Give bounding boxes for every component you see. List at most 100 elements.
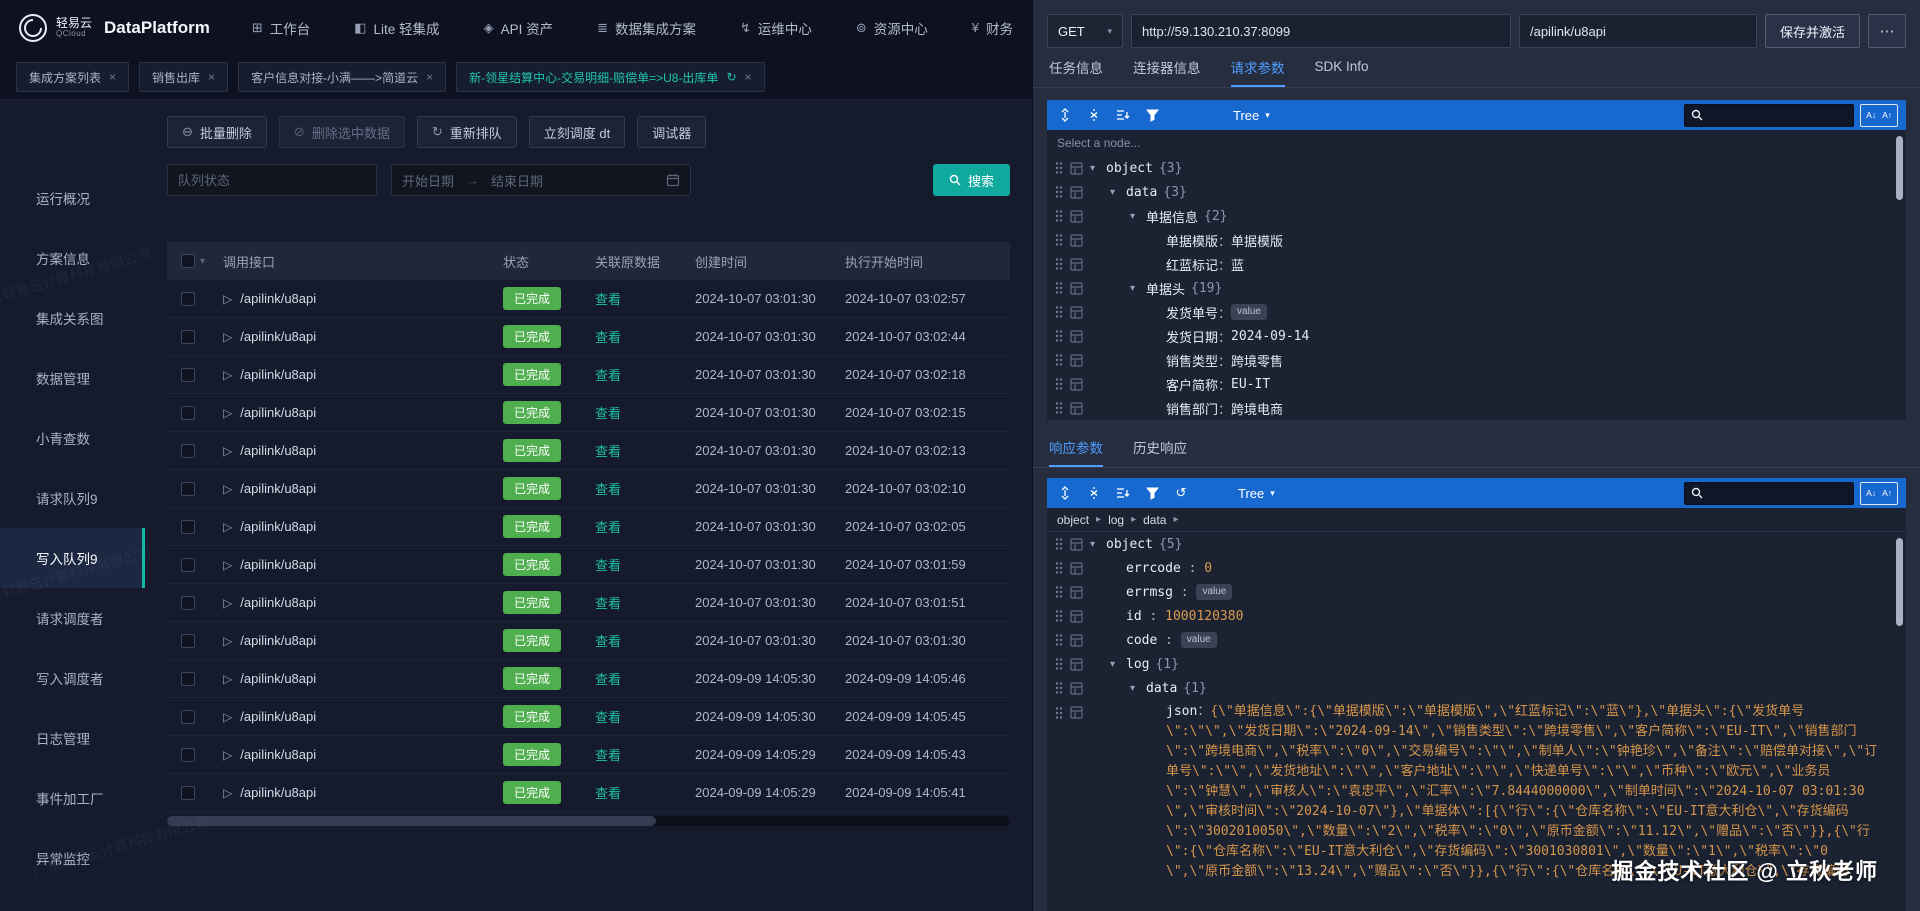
play-icon[interactable]: ▷	[223, 368, 232, 382]
drag-handle-icon[interactable]	[1055, 657, 1063, 671]
panel-tab[interactable]: 响应参数	[1049, 428, 1103, 467]
play-icon[interactable]: ▷	[223, 596, 232, 610]
node-menu-icon[interactable]	[1070, 186, 1083, 199]
expand-all-icon[interactable]	[1055, 483, 1075, 503]
drag-handle-icon[interactable]	[1055, 537, 1063, 551]
view-source-link[interactable]: 查看	[595, 748, 621, 763]
sidebar-item[interactable]: 日志管理	[0, 708, 145, 768]
row-checkbox[interactable]	[181, 405, 195, 420]
sidebar-item[interactable]: 运行概况	[0, 168, 145, 228]
expand-caret-icon[interactable]: ▾	[1110, 187, 1126, 198]
expand-caret-icon[interactable]: ▾	[1130, 683, 1146, 694]
api-endpoint-link[interactable]: /apilink/u8api	[240, 785, 316, 800]
horizontal-scrollbar[interactable]	[167, 816, 1010, 826]
row-checkbox[interactable]	[181, 443, 195, 458]
tree-mode-select[interactable]: Tree ▾	[1233, 108, 1270, 123]
requeue-button[interactable]: ↻ 重新排队	[416, 116, 517, 148]
play-icon[interactable]: ▷	[223, 558, 232, 572]
panel-tab[interactable]: 请求参数	[1230, 48, 1285, 87]
drag-handle-icon[interactable]	[1055, 161, 1063, 175]
workspace-tab[interactable]: 新-领星结算中心-交易明细-赔偿单=>U8-出库单 ↻ ×	[456, 62, 765, 92]
drag-handle-icon[interactable]	[1055, 633, 1063, 647]
node-menu-icon[interactable]	[1070, 354, 1083, 367]
play-icon[interactable]: ▷	[223, 672, 232, 686]
url-input[interactable]	[1131, 14, 1511, 48]
close-icon[interactable]: ×	[208, 70, 215, 84]
collapse-all-icon[interactable]	[1084, 105, 1104, 125]
node-menu-icon[interactable]	[1070, 538, 1083, 551]
undo-icon[interactable]: ↺	[1171, 483, 1191, 503]
node-menu-icon[interactable]	[1070, 562, 1083, 575]
api-endpoint-link[interactable]: /apilink/u8api	[240, 481, 316, 496]
api-endpoint-link[interactable]: /apilink/u8api	[240, 367, 316, 382]
filter-icon[interactable]	[1142, 483, 1162, 503]
tree-node[interactable]: id : 1000120380	[1047, 604, 1906, 628]
path-input[interactable]	[1518, 14, 1757, 48]
row-checkbox[interactable]	[181, 595, 195, 610]
search-prev-icon[interactable]: A↑	[1882, 488, 1892, 498]
api-endpoint-link[interactable]: /apilink/u8api	[240, 557, 316, 572]
save-activate-button[interactable]: 保存并激活	[1764, 14, 1860, 48]
drag-handle-icon[interactable]	[1055, 681, 1063, 695]
view-source-link[interactable]: 查看	[595, 520, 621, 535]
drag-handle-icon[interactable]	[1055, 209, 1063, 223]
sidebar-item[interactable]: 集成关系图	[0, 288, 145, 348]
expand-caret-icon[interactable]: ▾	[1090, 539, 1106, 550]
sidebar-item[interactable]: 写入队列9	[0, 528, 145, 588]
view-source-link[interactable]: 查看	[595, 786, 621, 801]
sidebar-item[interactable]: 小青查数	[0, 408, 145, 468]
node-menu-icon[interactable]	[1070, 402, 1083, 415]
batch-delete-button[interactable]: ⊖ 批量删除	[167, 116, 267, 148]
drag-handle-icon[interactable]	[1055, 185, 1063, 199]
tree-node[interactable]: ▾ object {5}	[1047, 532, 1906, 556]
play-icon[interactable]: ▷	[223, 292, 232, 306]
tree-node[interactable]: 销售部门：跨境电商	[1047, 396, 1906, 420]
tree-node[interactable]: 红蓝标记：蓝	[1047, 252, 1906, 276]
view-source-link[interactable]: 查看	[595, 482, 621, 497]
view-source-link[interactable]: 查看	[595, 558, 621, 573]
expand-caret-icon[interactable]: ▾	[1130, 211, 1146, 222]
delete-selected-button[interactable]: ⊘ 删除选中数据	[278, 116, 405, 148]
api-endpoint-link[interactable]: /apilink/u8api	[240, 291, 316, 306]
api-endpoint-link[interactable]: /apilink/u8api	[240, 671, 316, 686]
view-source-link[interactable]: 查看	[595, 406, 621, 421]
api-endpoint-link[interactable]: /apilink/u8api	[240, 329, 316, 344]
sidebar-item[interactable]: 异常监控	[0, 828, 145, 888]
view-source-link[interactable]: 查看	[595, 634, 621, 649]
search-prev-icon[interactable]: A↑	[1882, 110, 1892, 120]
schedule-now-button[interactable]: 立刻调度 dt	[528, 116, 626, 148]
search-next-icon[interactable]: A↓	[1866, 488, 1876, 498]
node-menu-icon[interactable]	[1070, 682, 1083, 695]
method-select[interactable]: GET ▾	[1047, 14, 1123, 48]
select-all-checkbox[interactable]	[181, 254, 195, 268]
sidebar-item[interactable]: 方案信息	[0, 228, 145, 288]
drag-handle-icon[interactable]	[1055, 353, 1063, 367]
sidebar-item[interactable]: 请求调度者	[0, 588, 145, 648]
scrollbar-thumb[interactable]	[167, 816, 656, 826]
navbar-item-data-integration[interactable]: ≣ 数据集成方案	[597, 18, 696, 38]
collapse-all-icon[interactable]	[1084, 483, 1104, 503]
tree-node[interactable]: errmsg : value	[1047, 580, 1906, 604]
row-checkbox[interactable]	[181, 671, 195, 686]
play-icon[interactable]: ▷	[223, 786, 232, 800]
breadcrumb-item[interactable]: data	[1143, 513, 1166, 527]
play-icon[interactable]: ▷	[223, 748, 232, 762]
row-checkbox[interactable]	[181, 367, 195, 382]
tree-node[interactable]: ▾ data {1}	[1047, 676, 1906, 700]
navbar-item-resource-center[interactable]: ⊚ 资源中心	[856, 18, 928, 38]
breadcrumb-item[interactable]: object	[1057, 513, 1089, 527]
api-endpoint-link[interactable]: /apilink/u8api	[240, 633, 316, 648]
row-checkbox[interactable]	[181, 481, 195, 496]
node-menu-icon[interactable]	[1070, 706, 1083, 719]
navbar-item-api-assets[interactable]: ◈ API 资产	[484, 18, 554, 38]
node-menu-icon[interactable]	[1070, 610, 1083, 623]
node-menu-icon[interactable]	[1070, 306, 1083, 319]
play-icon[interactable]: ▷	[223, 330, 232, 344]
panel-tab[interactable]: 连接器信息	[1133, 48, 1201, 87]
play-icon[interactable]: ▷	[223, 482, 232, 496]
tree-node[interactable]: ▾ 单据信息 {2}	[1047, 204, 1906, 228]
api-endpoint-link[interactable]: /apilink/u8api	[240, 519, 316, 534]
view-source-link[interactable]: 查看	[595, 710, 621, 725]
close-icon[interactable]: ×	[745, 70, 752, 84]
breadcrumb-item[interactable]: log	[1108, 513, 1124, 527]
